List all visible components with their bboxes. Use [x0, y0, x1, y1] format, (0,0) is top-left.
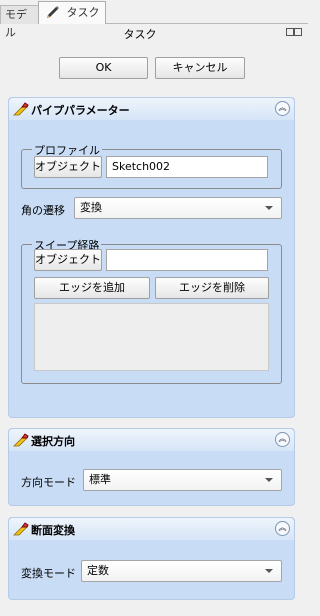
tab-divider — [106, 23, 308, 24]
orientation-mode-select[interactable]: 標準 — [83, 469, 282, 491]
float-icon[interactable] — [294, 28, 302, 36]
add-edge-button[interactable]: エッジを追加 — [34, 277, 150, 299]
corner-transition-label: 角の遷移 — [21, 204, 65, 217]
cancel-button[interactable]: キャンセル — [155, 57, 245, 79]
sweep-path-field[interactable] — [106, 249, 268, 271]
remove-edge-button[interactable]: エッジを削除 — [155, 277, 269, 299]
pencil-icon — [47, 6, 59, 18]
corner-transition-select[interactable]: 変換 — [74, 197, 282, 219]
tab-task[interactable]: タスク — [38, 1, 106, 24]
panel-header-title: 選択方向 — [31, 435, 75, 448]
pipe-tool-icon — [13, 102, 29, 116]
chevron-down-icon — [265, 569, 273, 573]
tab-task-label: タスク — [66, 6, 100, 19]
pipe-tool-icon — [13, 433, 29, 447]
edge-list[interactable] — [34, 303, 269, 371]
double-chevron-up-icon[interactable]: ︽ — [275, 101, 290, 116]
orientation-mode-label: 方向モード — [21, 476, 76, 489]
pipe-tool-icon — [13, 522, 29, 536]
profile-object-button[interactable]: オブジェクト — [34, 156, 102, 178]
transform-mode-select[interactable]: 定数 — [81, 560, 282, 582]
orientation-mode-value: 標準 — [89, 473, 111, 486]
ok-button[interactable]: OK — [59, 57, 148, 79]
profile-field[interactable]: Sketch002 — [106, 156, 268, 178]
transform-mode-label: 変換モード — [21, 567, 76, 580]
chevron-down-icon — [265, 206, 273, 210]
panel-header[interactable]: 断面変換 ︽ — [9, 518, 294, 540]
minimize-icon[interactable] — [286, 28, 294, 36]
section-transform-panel: 断面変換 ︽ 変換モード 定数 — [8, 517, 295, 600]
orientation-panel: 選択方向 ︽ 方向モード 標準 — [8, 428, 295, 506]
tab-model[interactable]: モデル — [0, 5, 39, 39]
pipe-parameters-panel: パイプパラメーター ︽ プロファイル オブジェクト Sketch002 角の遷移… — [8, 97, 295, 418]
chevron-down-icon — [265, 478, 273, 482]
sweep-object-button[interactable]: オブジェクト — [34, 249, 102, 271]
panel-header-title: 断面変換 — [31, 524, 75, 537]
tab-bar: モデル タスク — [0, 0, 308, 39]
panel-header-title: パイプパラメーター — [31, 104, 130, 117]
panel-header[interactable]: 選択方向 ︽ — [9, 429, 294, 451]
panel-title: タスク — [123, 28, 157, 41]
panel-header[interactable]: パイプパラメーター ︽ — [9, 98, 294, 120]
double-chevron-up-icon[interactable]: ︽ — [275, 521, 290, 536]
window-controls — [286, 28, 302, 39]
corner-transition-value: 変換 — [80, 201, 102, 214]
double-chevron-up-icon[interactable]: ︽ — [275, 432, 290, 447]
transform-mode-value: 定数 — [87, 564, 109, 577]
